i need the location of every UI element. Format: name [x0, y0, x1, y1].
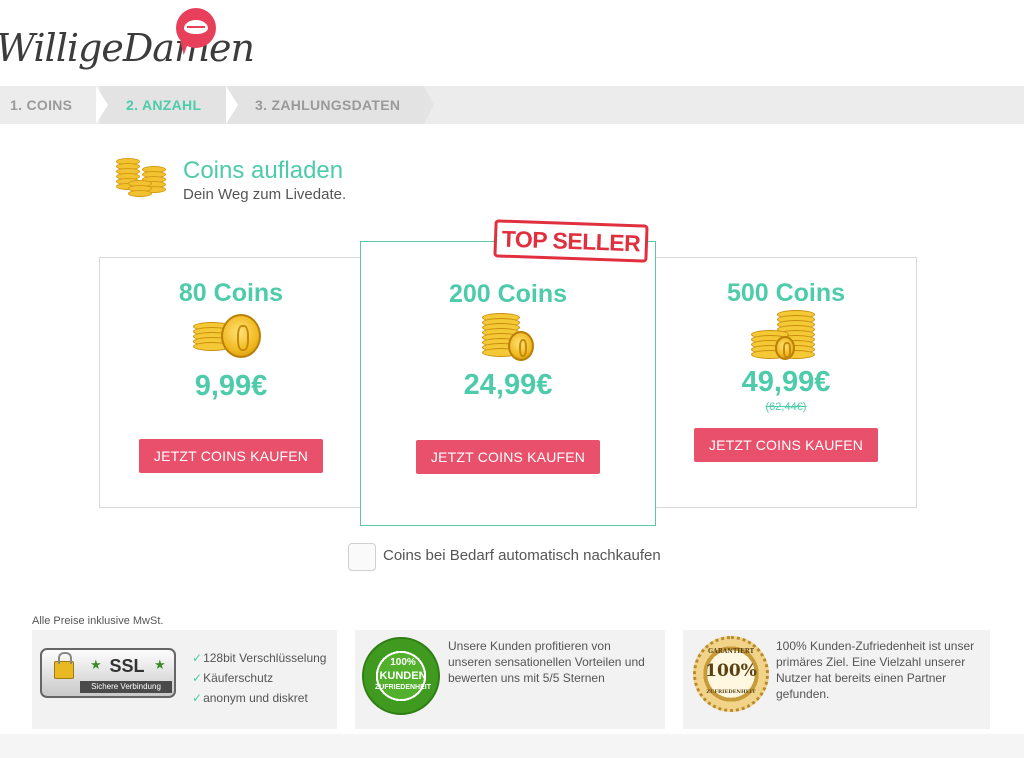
coins-stack-icon	[114, 154, 170, 202]
guarantee-text: 100% Kunden-Zufriedenheit ist unser prim…	[776, 639, 975, 701]
buy-500-coins-button[interactable]: JETZT COINS KAUFEN	[694, 428, 878, 462]
page-title: Coins aufladen	[183, 157, 344, 184]
buy-200-coins-button[interactable]: JETZT COINS KAUFEN	[416, 440, 600, 474]
satisfaction-seal-icon: 100% KUNDEN ZUFRIEDENHEIT	[362, 637, 440, 715]
logo-text: WilligeDamen	[0, 26, 255, 70]
page: WilligeDamen 1. COINS 2. ANZAHL 3. ZAHLU…	[0, 0, 1024, 758]
check-icon: ✓	[192, 651, 203, 665]
step-anzahl[interactable]: 2. ANZAHL	[126, 86, 201, 124]
list-item: ✓Käuferschutz	[192, 671, 274, 685]
package-old-price: (62,44€)	[765, 401, 807, 413]
logo[interactable]: WilligeDamen	[0, 8, 255, 82]
auto-refill-checkbox[interactable]	[348, 543, 376, 571]
step-coins[interactable]: 1. COINS	[10, 86, 72, 124]
check-icon: ✓	[192, 671, 203, 685]
guarantee-panel: GARANTIERT 100% ZUFRIEDENHEIT 100% Kunde…	[683, 630, 990, 729]
star-icon: ★	[154, 658, 166, 673]
bottom-bar	[0, 734, 1024, 758]
coin-stack-icon	[478, 313, 538, 365]
step-coins-label: 1. COINS	[10, 97, 73, 113]
list-item: ✓128bit Verschlüsselung	[192, 651, 327, 665]
package-200-coins: 200 Coins 24,99€ JETZT COINS KAUFEN	[361, 280, 655, 474]
package-price: 49,99€	[741, 366, 831, 398]
package-price: 24,99€	[463, 369, 553, 401]
satisfaction-text: Unsere Kunden profitieren von unseren se…	[448, 639, 645, 685]
package-amount: 200 Coins	[448, 280, 568, 308]
ssl-subtitle: Sichere Verbindung	[80, 681, 172, 693]
guarantee-seal-icon: GARANTIERT 100% ZUFRIEDENHEIT	[693, 636, 769, 712]
ssl-badge: ★ SSL ★ Sichere Verbindung	[40, 648, 176, 698]
step-zahlungsdaten[interactable]: 3. ZAHLUNGSDATEN	[255, 86, 400, 124]
step-zahlungsdaten-label: 3. ZAHLUNGSDATEN	[255, 97, 401, 113]
check-icon: ✓	[192, 691, 203, 705]
auto-refill-label[interactable]: Coins bei Bedarf automatisch nachkaufen	[383, 547, 661, 564]
package-amount: 500 Coins	[726, 279, 846, 307]
step-anzahl-label: 2. ANZAHL	[126, 97, 202, 113]
package-80-coins: 80 Coins 9,99€ JETZT COINS KAUFEN	[100, 279, 362, 473]
list-item: ✓anonym und diskret	[192, 691, 308, 705]
vat-note: Alle Preise inklusive MwSt.	[32, 615, 164, 627]
satisfaction-panel: 100% KUNDEN ZUFRIEDENHEIT Unsere Kunden …	[355, 630, 665, 729]
security-points: ✓128bit Verschlüsselung ✓Käuferschutz ✓a…	[192, 648, 326, 708]
package-price: 9,99€	[194, 370, 268, 402]
padlock-icon	[54, 652, 74, 679]
coins-icon	[191, 312, 271, 362]
top-seller-badge: TOP SELLER	[493, 219, 649, 263]
page-subtitle: Dein Weg zum Livedate.	[183, 186, 347, 203]
buy-80-coins-button[interactable]: JETZT COINS KAUFEN	[139, 439, 323, 473]
coin-stacks-icon	[751, 310, 821, 364]
package-amount: 80 Coins	[178, 279, 284, 307]
security-panel: ★ SSL ★ Sichere Verbindung ✓128bit Versc…	[32, 630, 337, 729]
package-500-coins: 500 Coins 49,99€ (62,44€) JETZT COINS KA…	[655, 279, 917, 462]
lips-bubble-icon	[176, 8, 216, 48]
